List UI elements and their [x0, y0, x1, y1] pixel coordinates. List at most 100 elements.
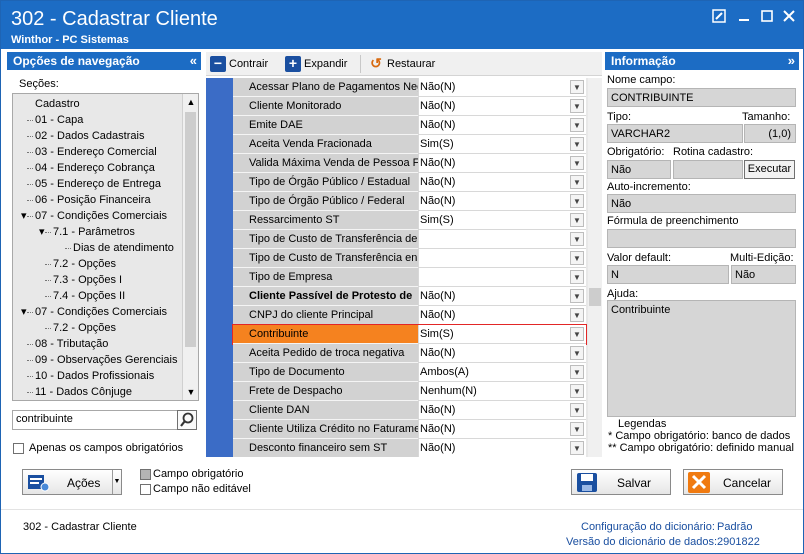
chevron-down-icon[interactable]: ▼ — [570, 422, 584, 436]
tree-item[interactable]: ▾ 07 - Condições Comerciais — [13, 304, 181, 320]
maximize-icon[interactable] — [758, 9, 776, 27]
chevron-down-icon[interactable]: ▼ — [570, 194, 584, 208]
tree-item[interactable]: ▾ 07 - Condições Comerciais — [13, 208, 181, 224]
grid-row[interactable]: Emite DAE Não(N) ▼ — [233, 116, 586, 135]
chevron-down-icon[interactable]: ▼ — [570, 232, 584, 246]
actions-dropdown-icon[interactable]: ▼ — [112, 470, 121, 494]
cancel-button[interactable]: Cancelar — [683, 469, 783, 495]
property-value-select[interactable]: Ambos(A) ▼ — [418, 363, 586, 382]
chevron-down-icon[interactable]: ▼ — [570, 175, 584, 189]
tree-item[interactable]: 7.2 - Opções — [13, 256, 181, 272]
tree-item[interactable]: 02 - Dados Cadastrais — [13, 128, 181, 144]
title-bar[interactable]: 302 - Cadastrar Cliente Winthor - PC Sis… — [1, 1, 803, 49]
grid-row[interactable]: CNPJ do cliente Principal Não(N) ▼ — [233, 306, 586, 325]
grid-row[interactable]: Cliente Passível de Protesto de Não(N) ▼ — [233, 287, 586, 306]
tree-item[interactable]: 09 - Observações Gerenciais — [13, 352, 181, 368]
sections-tree[interactable]: Cadastro 01 - Capa 02 - Dados Cadastrais 03… — [12, 93, 199, 401]
property-value-select[interactable]: Nenhum(N) ▼ — [418, 382, 586, 401]
tree-item[interactable]: 03 - Endereço Comercial — [13, 144, 181, 160]
scroll-thumb[interactable] — [185, 112, 196, 347]
property-value-select[interactable]: Não(N) ▼ — [418, 97, 586, 116]
chevron-down-icon[interactable]: ▼ — [570, 99, 584, 113]
property-value-select[interactable]: Não(N) ▼ — [418, 116, 586, 135]
execute-button[interactable]: Executar — [744, 160, 795, 179]
chevron-down-icon[interactable]: ▼ — [570, 403, 584, 417]
save-button[interactable]: Salvar — [571, 469, 671, 495]
tree-item[interactable]: 08 - Tributação — [13, 336, 181, 352]
grid-row[interactable]: Aceita Pedido de troca negativa Não(N) ▼ — [233, 344, 586, 363]
grid-row[interactable]: Tipo de Órgão Público / Estadual Não(N) ▼ — [233, 173, 586, 192]
grid-row-selected[interactable]: Contribuinte Sim(S) ▼ — [232, 324, 587, 345]
section-search-input[interactable]: contribuinte — [12, 410, 197, 430]
tree-item[interactable]: 7.3 - Opções I — [13, 272, 181, 288]
property-value-select[interactable]: Sim(S) ▼ — [418, 325, 586, 344]
edit-window-icon[interactable] — [710, 9, 728, 27]
property-value-select[interactable]: Não(N) ▼ — [418, 154, 586, 173]
grid-row[interactable]: Desconto financeiro sem ST Não(N) ▼ — [233, 439, 586, 457]
grid-row[interactable]: Cliente Monitorado Não(N) ▼ — [233, 97, 586, 116]
property-value-select[interactable]: Não(N) ▼ — [418, 401, 586, 420]
tree-item[interactable]: 06 - Posição Financeira — [13, 192, 181, 208]
tree-item[interactable]: 10 - Dados Profissionais — [13, 368, 181, 384]
property-value-select[interactable]: ▼ — [418, 268, 586, 287]
scroll-up-icon[interactable]: ▲ — [183, 94, 198, 110]
chevron-down-icon[interactable]: ▼ — [570, 289, 584, 303]
tree-item[interactable]: Cadastro — [13, 96, 181, 112]
grid-row[interactable]: Tipo de Órgão Público / Federal Não(N) ▼ — [233, 192, 586, 211]
collapse-panel-icon[interactable]: « — [190, 53, 197, 68]
grid-scroll-thumb[interactable] — [589, 288, 601, 306]
tree-item[interactable]: Dias de atendimento — [13, 240, 181, 256]
chevron-down-icon[interactable]: ▼ — [570, 346, 584, 360]
grid-row[interactable]: Aceita Venda Fracionada Sim(S) ▼ — [233, 135, 586, 154]
property-value-select[interactable]: Sim(S) ▼ — [418, 135, 586, 154]
minimize-icon[interactable] — [735, 9, 753, 27]
tree-scrollbar[interactable]: ▲ ▼ — [182, 94, 198, 400]
close-icon[interactable] — [780, 9, 798, 27]
chevron-down-icon[interactable]: ▼ — [570, 327, 584, 341]
property-value-select[interactable]: Não(N) ▼ — [418, 287, 586, 306]
property-value-select[interactable]: Não(N) ▼ — [418, 78, 586, 97]
grid-row[interactable]: Tipo de Custo de Transferência en ▼ — [233, 249, 586, 268]
chevron-down-icon[interactable]: ▼ — [570, 156, 584, 170]
grid-row[interactable]: Cliente Utiliza Crédito no Faturamento Nã… — [233, 420, 586, 439]
tree-item[interactable]: 05 - Endereço de Entrega — [13, 176, 181, 192]
search-button[interactable] — [177, 410, 197, 430]
property-value-select[interactable]: Não(N) ▼ — [418, 420, 586, 439]
only-required-checkbox[interactable] — [13, 443, 24, 454]
tree-expander-icon[interactable]: ▾ — [21, 304, 27, 320]
tree-item[interactable]: 7.4 - Opções II — [13, 288, 181, 304]
grid-row[interactable]: Valida Máxima Venda de Pessoa FísicaNão(… — [233, 154, 586, 173]
chevron-down-icon[interactable]: ▼ — [570, 251, 584, 265]
chevron-down-icon[interactable]: ▼ — [570, 441, 584, 455]
chevron-down-icon[interactable]: ▼ — [570, 137, 584, 151]
tree-expander-icon[interactable]: ▾ — [39, 224, 45, 240]
tree-item[interactable]: ▾ 7.1 - Parâmetros — [13, 224, 181, 240]
expand-panel-icon[interactable]: » — [788, 53, 795, 68]
scroll-down-icon[interactable]: ▼ — [183, 384, 198, 400]
chevron-down-icon[interactable]: ▼ — [570, 213, 584, 227]
grid-row[interactable]: Tipo de Documento Ambos(A) ▼ — [233, 363, 586, 382]
grid-row[interactable]: Frete de Despacho Nenhum(N) ▼ — [233, 382, 586, 401]
tree-item[interactable]: 01 - Capa — [13, 112, 181, 128]
property-value-select[interactable]: Não(N) ▼ — [418, 344, 586, 363]
chevron-down-icon[interactable]: ▼ — [570, 308, 584, 322]
chevron-down-icon[interactable]: ▼ — [570, 365, 584, 379]
tree-expander-icon[interactable]: ▾ — [21, 208, 27, 224]
grid-row[interactable]: Tipo de Empresa ▼ — [233, 268, 586, 287]
property-value-select[interactable]: ▼ — [418, 230, 586, 249]
chevron-down-icon[interactable]: ▼ — [570, 384, 584, 398]
tree-item[interactable]: 04 - Endereço Cobrança — [13, 160, 181, 176]
property-value-select[interactable]: Não(N) ▼ — [418, 306, 586, 325]
property-value-select[interactable]: Não(N) ▼ — [418, 173, 586, 192]
grid-scrollbar[interactable] — [588, 78, 602, 457]
grid-row[interactable]: Acessar Plano de Pagamentos NegociadoNão… — [233, 78, 586, 97]
actions-button[interactable]: Ações ▼ — [22, 469, 122, 495]
chevron-down-icon[interactable]: ▼ — [570, 270, 584, 284]
chevron-down-icon[interactable]: ▼ — [570, 80, 584, 94]
property-value-select[interactable]: Não(N) ▼ — [418, 439, 586, 457]
grid-row[interactable]: Cliente DAN Não(N) ▼ — [233, 401, 586, 420]
tree-item[interactable]: 11 - Dados Cônjuge — [13, 384, 181, 400]
chevron-down-icon[interactable]: ▼ — [570, 118, 584, 132]
property-value-select[interactable]: Sim(S) ▼ — [418, 211, 586, 230]
tree-item[interactable]: 7.2 - Opções — [13, 320, 181, 336]
